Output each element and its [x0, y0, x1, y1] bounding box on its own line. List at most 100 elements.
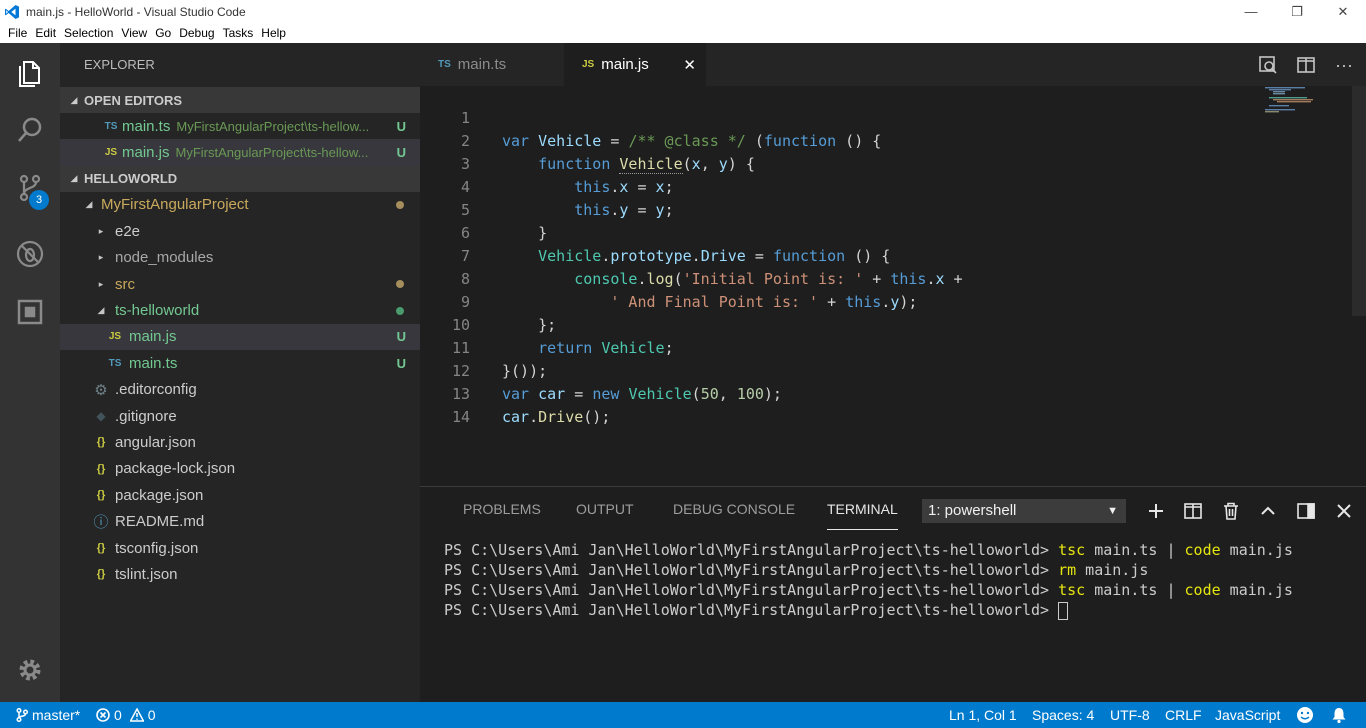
eol-status[interactable]: CRLF	[1165, 702, 1202, 728]
tree-folder-ts-helloworld[interactable]: ◢ ts-helloworld	[60, 297, 420, 323]
toggle-panel-position-button[interactable]	[1294, 499, 1318, 523]
restore-button[interactable]: ❐	[1274, 0, 1320, 23]
file-label: main.ts	[129, 354, 178, 372]
tab-debug-console[interactable]: DEBUG CONSOLE	[673, 501, 795, 517]
tree-file-tsconfig-json[interactable]: {} tsconfig.json	[60, 535, 420, 561]
tab-terminal[interactable]: TERMINAL	[827, 501, 898, 530]
code-line: 14	[420, 383, 1350, 426]
code-line: 2 function Vehicle(x, y) {	[420, 107, 1350, 174]
encoding-status[interactable]: UTF-8	[1110, 702, 1150, 728]
menu-selection[interactable]: Selection	[60, 26, 117, 40]
new-terminal-button[interactable]	[1144, 499, 1168, 523]
folder-label: MyFirstAngularProject	[101, 196, 249, 214]
tree-file-tslint-json[interactable]: {} tslint.json	[60, 561, 420, 587]
vscode-logo-icon	[5, 4, 19, 19]
json-file-icon: {}	[96, 489, 106, 502]
notifications-button[interactable]	[1330, 702, 1348, 728]
tree-file-main-js[interactable]: JS main.js U	[60, 323, 420, 351]
open-editor-filename: main.js	[122, 144, 170, 162]
tree-file-gitignore[interactable]: ◆ .gitignore	[60, 403, 420, 429]
terminal-line: PS C:\Users\Ami Jan\HelloWorld\MyFirstAn…	[444, 581, 1293, 599]
split-terminal-button[interactable]	[1181, 499, 1205, 523]
menu-edit[interactable]: Edit	[31, 26, 60, 40]
tree-file-package-json[interactable]: {} package.json	[60, 482, 420, 508]
file-label: .gitignore	[115, 407, 177, 425]
tree-file-package-lock-json[interactable]: {} package-lock.json	[60, 456, 420, 482]
menu-debug[interactable]: Debug	[175, 26, 218, 40]
warning-count: 0	[147, 707, 156, 723]
debug-activity[interactable]	[0, 225, 60, 283]
search-activity[interactable]	[0, 101, 60, 159]
tree-folder-node-modules[interactable]: ▸ node_modules	[60, 245, 420, 271]
file-label: package.json	[115, 486, 204, 504]
open-editor-main-js[interactable]: JS main.js MyFirstAngularProject\ts-hell…	[60, 139, 420, 166]
json-file-icon: {}	[96, 568, 106, 581]
tree-folder-src[interactable]: ▸ src	[60, 271, 420, 297]
tree-folder-e2e[interactable]: ▸ e2e	[60, 218, 420, 244]
more-actions-button[interactable]: ···	[1332, 53, 1356, 77]
close-panel-button[interactable]	[1332, 499, 1356, 523]
open-changes-button[interactable]	[1256, 53, 1280, 77]
untracked-status: U	[396, 329, 406, 345]
maximize-panel-button[interactable]	[1256, 499, 1280, 523]
close-tab-icon[interactable]: ✕	[683, 56, 696, 74]
tree-file-readme[interactable]: ⓘ README.md	[60, 508, 420, 534]
manage-activity[interactable]	[0, 641, 60, 699]
menu-tasks[interactable]: Tasks	[219, 26, 258, 40]
explorer-activity[interactable]	[0, 43, 60, 101]
split-editor-icon	[1297, 57, 1315, 73]
tree-folder-root[interactable]: ◢ MyFirstAngularProject	[60, 192, 420, 218]
terminal-select[interactable]: 1: powershell ▼	[922, 499, 1126, 523]
minimize-button[interactable]: —	[1228, 0, 1274, 23]
javascript-file-icon: JS	[104, 147, 118, 159]
editor-scrollbar[interactable]	[1352, 86, 1366, 316]
extensions-activity[interactable]	[0, 283, 60, 341]
tab-main-ts[interactable]: TS main.ts	[420, 43, 564, 86]
menu-view[interactable]: View	[117, 26, 151, 40]
tab-output[interactable]: OUTPUT	[576, 501, 634, 517]
terminal-input-line[interactable]: PS C:\Users\Ami Jan\HelloWorld\MyFirstAn…	[444, 600, 1069, 620]
debug-icon	[16, 240, 44, 268]
open-editor-main-ts[interactable]: TS main.ts MyFirstAngularProject\ts-hell…	[60, 113, 420, 139]
feedback-button[interactable]	[1296, 702, 1314, 728]
explorer-sidebar: EXPLORER ◢ OPEN EDITORS TS main.ts MyFir…	[60, 43, 420, 702]
code-editor[interactable]: 1 var Vehicle = /** @class */ (function …	[420, 86, 1366, 486]
untracked-status: U	[396, 355, 406, 371]
folder-label: e2e	[115, 222, 141, 240]
problems-status[interactable]: 0 0	[96, 702, 156, 728]
panel-layout-icon	[1297, 503, 1315, 519]
tab-problems[interactable]: PROBLEMS	[463, 501, 541, 517]
modified-dot	[396, 200, 404, 209]
code-text: car.Drive();	[502, 408, 611, 426]
code-line: 3 this.x = x;	[420, 130, 1350, 196]
indentation-status[interactable]: Spaces: 4	[1032, 702, 1094, 728]
file-label: main.js	[129, 328, 177, 346]
typescript-file-icon: TS	[104, 120, 118, 132]
more-icon: ···	[1335, 54, 1353, 75]
cursor-position[interactable]: Ln 1, Col 1	[949, 702, 1017, 728]
files-icon	[19, 61, 40, 87]
line-number: 14	[451, 408, 470, 426]
split-editor-button[interactable]	[1294, 53, 1318, 77]
open-editors-header[interactable]: ◢ OPEN EDITORS	[60, 87, 420, 113]
menu-help[interactable]: Help	[257, 26, 290, 40]
tab-main-js[interactable]: JS main.js ✕	[564, 43, 706, 86]
tree-file-editorconfig[interactable]: ⚙ .editorconfig	[60, 377, 420, 403]
workspace-header[interactable]: ◢ HELLOWORLD	[60, 165, 420, 192]
minimap[interactable]	[1263, 86, 1353, 116]
chevron-down-icon: ◢	[70, 94, 78, 105]
tree-file-angular-json[interactable]: {} angular.json	[60, 429, 420, 455]
workspace-label: HELLOWORLD	[84, 171, 178, 187]
terminal-line: PS C:\Users\Ami Jan\HelloWorld\MyFirstAn…	[444, 541, 1293, 559]
menu-file[interactable]: File	[4, 26, 31, 40]
close-window-button[interactable]: ✕	[1320, 0, 1366, 23]
info-icon: ⓘ	[93, 514, 109, 532]
menu-go[interactable]: Go	[151, 26, 175, 40]
source-control-activity[interactable]: 3	[0, 159, 60, 217]
tree-file-main-ts[interactable]: TS main.ts U	[60, 350, 420, 376]
json-file-icon: {}	[96, 462, 106, 475]
gear-icon: ⚙	[94, 381, 108, 399]
kill-terminal-button[interactable]	[1219, 499, 1243, 523]
branch-status[interactable]: master*	[16, 702, 80, 728]
language-mode[interactable]: JavaScript	[1215, 702, 1280, 728]
